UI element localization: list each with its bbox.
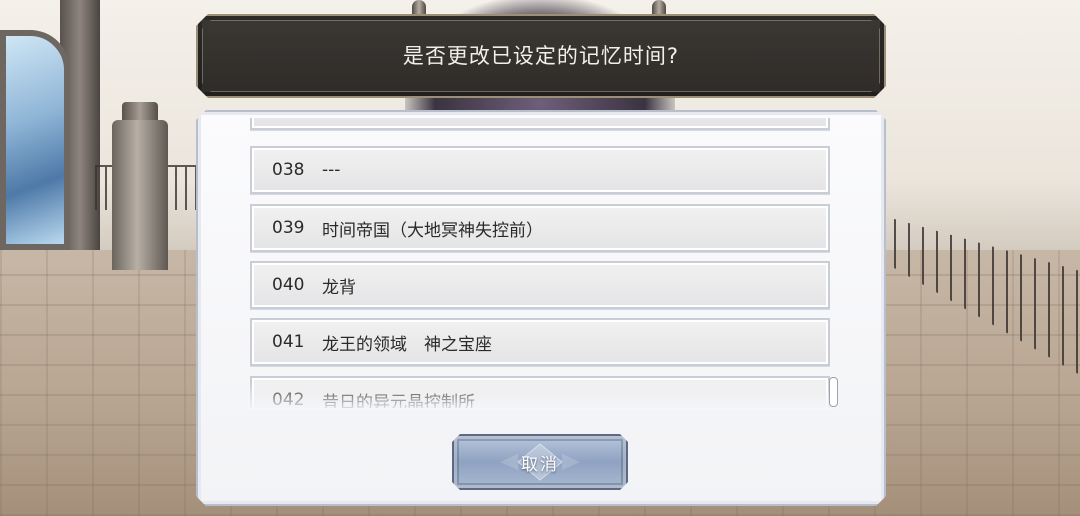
list-scrollbar-thumb[interactable] bbox=[829, 377, 838, 407]
dialog-header: 是否更改已设定的记忆时间? bbox=[196, 14, 886, 98]
list-item-number: 040 bbox=[272, 275, 305, 295]
list-item-038[interactable]: 038 --- bbox=[250, 146, 830, 194]
crystal-portal bbox=[0, 30, 70, 250]
memory-time-list[interactable]: 038 --- 039 时间帝国（大地冥神失控前） 040 龙背 041 龙王的… bbox=[248, 118, 832, 408]
list-item-partial[interactable] bbox=[250, 118, 830, 130]
list-item-label: 昔日的异元晶控制所 bbox=[322, 392, 475, 409]
list-item-label: 时间帝国（大地冥神失控前） bbox=[322, 220, 543, 241]
list-item-042[interactable]: 042 昔日的异元晶控制所 bbox=[250, 376, 830, 408]
list-item-number: 041 bbox=[272, 332, 305, 352]
list-item-label: 龙王的领域 神之宝座 bbox=[322, 334, 492, 355]
list-item-040[interactable]: 040 龙背 bbox=[250, 261, 830, 309]
list-item-number: 042 bbox=[272, 390, 305, 408]
list-item-label: 龙背 bbox=[322, 277, 356, 298]
list-item-label: --- bbox=[322, 160, 341, 180]
dialog-title: 是否更改已设定的记忆时间? bbox=[402, 44, 680, 68]
list-item-039[interactable]: 039 时间帝国（大地冥神失控前） bbox=[250, 204, 830, 252]
list-item-number: 038 bbox=[272, 160, 305, 180]
list-item-041[interactable]: 041 龙王的领域 神之宝座 bbox=[250, 318, 830, 366]
cancel-button-label: 取消 bbox=[521, 454, 559, 475]
cancel-button[interactable]: 取消 bbox=[452, 434, 628, 490]
stone-pillar bbox=[112, 120, 168, 270]
list-item-number: 039 bbox=[272, 218, 305, 238]
